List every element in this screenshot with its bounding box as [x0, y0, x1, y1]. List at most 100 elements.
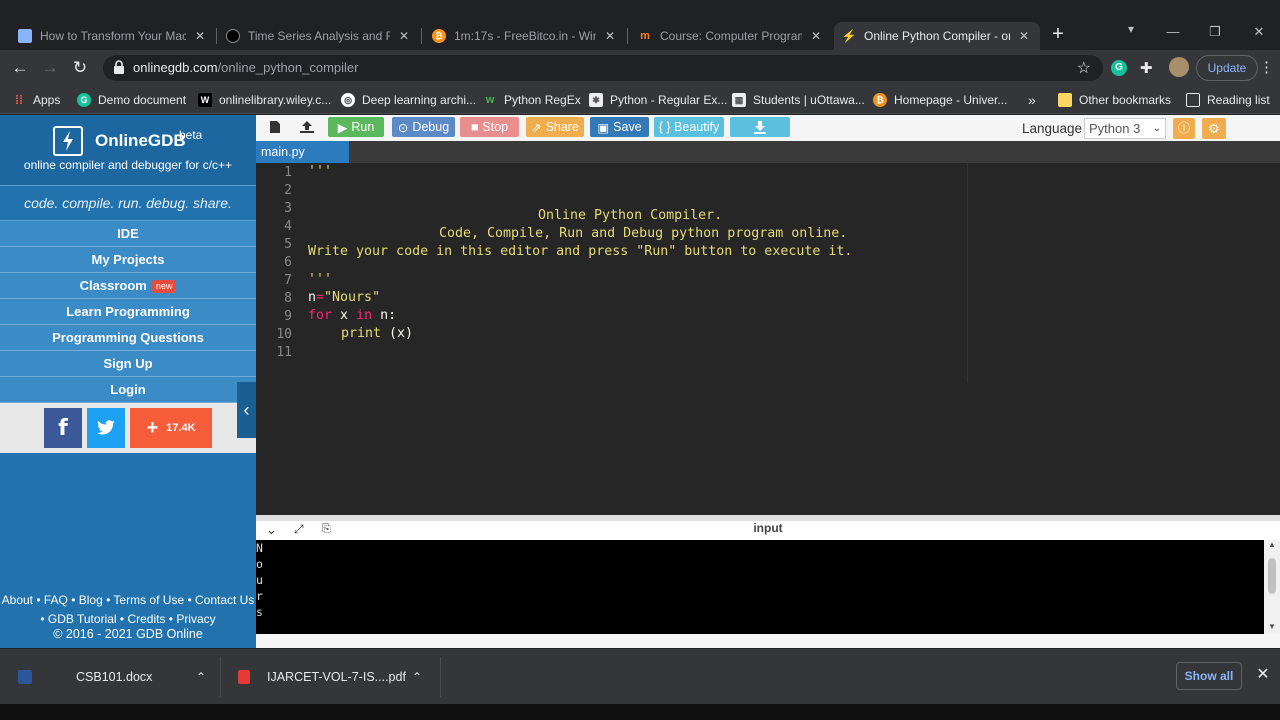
close-downloads-icon[interactable]: ✕ — [1254, 664, 1272, 684]
debug-label: Debug — [412, 120, 450, 134]
close-tab-icon[interactable]: ✕ — [1016, 29, 1032, 43]
debug-button[interactable]: ⊙ Debug — [392, 117, 455, 137]
gear-icon: ⚙ — [1208, 121, 1220, 136]
brand-beta: beta — [179, 128, 203, 142]
restore-icon[interactable]: ❐ — [1202, 24, 1228, 40]
footer-links-line1[interactable]: About • FAQ • Blog • Terms of Use • Cont… — [0, 591, 256, 610]
bookmark-item[interactable]: W onlinelibrary.wiley.c... — [198, 90, 331, 110]
new-tab-button[interactable]: + — [1048, 23, 1068, 45]
nav-ide[interactable]: IDE — [0, 221, 256, 247]
bookmark-item[interactable]: G Demo document — [77, 90, 186, 110]
grammarly-extension-icon[interactable]: G — [1111, 60, 1127, 76]
chevron-up-icon[interactable]: ⌃ — [412, 670, 422, 684]
save-button[interactable]: ▣ Save — [590, 117, 649, 137]
bookmark-item[interactable]: ₿ Homepage - Univer... — [873, 90, 1007, 110]
console-line: o — [256, 557, 263, 571]
tab-search-icon[interactable]: ▾ — [1118, 22, 1144, 36]
bookmark-item[interactable]: ▦ Students | uOttawa... — [732, 90, 865, 110]
info-icon: ⓘ — [1177, 121, 1190, 135]
scroll-up-icon[interactable]: ▲ — [1268, 540, 1276, 549]
nav-learn-programming[interactable]: Learn Programming — [0, 299, 256, 325]
download-item[interactable]: IJARCET-VOL-7-IS....pdf ⌃ — [238, 649, 430, 705]
stop-button[interactable]: ■ Stop — [460, 117, 519, 137]
close-tab-icon[interactable]: ✕ — [192, 29, 208, 43]
browser-tab-active[interactable]: ⚡ Online Python Compiler - on ✕ — [834, 22, 1040, 50]
moodle-icon: m — [640, 30, 650, 42]
run-button[interactable]: ▶ Run — [328, 117, 384, 137]
extensions-puzzle-icon[interactable]: ✚ — [1140, 59, 1153, 77]
update-button[interactable]: Update — [1196, 55, 1258, 81]
language-select[interactable]: Python 3 ⌄ — [1084, 118, 1166, 139]
save-label: Save — [613, 120, 642, 134]
forward-icon[interactable]: → — [40, 58, 60, 78]
nav-classroom[interactable]: Classroom new — [0, 273, 256, 299]
new-file-button[interactable] — [262, 117, 288, 137]
reload-icon[interactable]: ↻ — [70, 58, 90, 78]
profile-avatar[interactable] — [1169, 57, 1189, 77]
bookmark-item[interactable]: ◎ Deep learning archi... — [341, 90, 476, 110]
bookmark-star-icon[interactable]: ☆ — [1077, 58, 1091, 78]
close-tab-icon[interactable]: ✕ — [602, 29, 618, 43]
close-tab-icon[interactable]: ✕ — [808, 29, 824, 43]
bookmark-item[interactable]: ✱ Python - Regular Ex... — [589, 90, 727, 110]
collapse-sidebar-button[interactable]: ‹ — [237, 382, 256, 438]
info-button[interactable]: ⓘ — [1173, 118, 1195, 139]
bookmark-item[interactable]: w Python RegEx — [483, 90, 581, 110]
download-button[interactable] — [730, 117, 790, 137]
brand-header: OnlineGDB beta online compiler and debug… — [0, 115, 256, 185]
tab-title: 1m:17s - FreeBitco.in - Win f — [454, 29, 596, 43]
twitter-share-button[interactable] — [87, 408, 125, 448]
close-tab-icon[interactable]: ✕ — [396, 29, 412, 43]
code-token: in — [356, 308, 373, 323]
show-all-downloads-button[interactable]: Show all — [1176, 662, 1242, 690]
nav-login[interactable]: Login — [0, 377, 256, 403]
upload-file-button[interactable] — [294, 117, 320, 137]
page-icon — [18, 29, 32, 43]
code-editor[interactable]: 1 2 3 4 5 6 7 8 9 10 11 ''' Online Pytho… — [256, 163, 1280, 515]
back-icon[interactable]: ← — [10, 58, 30, 78]
reading-list[interactable]: Reading list — [1186, 90, 1270, 110]
onlinegdb-logo-icon[interactable] — [53, 126, 83, 156]
other-bookmarks[interactable]: Other bookmarks — [1058, 90, 1171, 110]
nav-programming-questions[interactable]: Programming Questions — [0, 325, 256, 351]
bookmark-label: Deep learning archi... — [362, 93, 477, 107]
chevron-up-icon[interactable]: ⌃ — [196, 670, 206, 684]
new-badge: new — [151, 280, 177, 294]
facebook-share-button[interactable]: f — [44, 408, 82, 448]
output-header: ⌄ ⤢ ⎘ input — [256, 521, 1280, 540]
browser-tab[interactable]: m Course: Computer Programm ✕ — [630, 22, 832, 50]
reading-list-icon — [1186, 93, 1200, 107]
bookmarks-overflow-button[interactable]: » — [1028, 90, 1036, 110]
downloads-bar: CSB101.docx ⌃ IJARCET-VOL-7-IS....pdf ⌃ … — [0, 648, 1280, 704]
beautify-button[interactable]: { } Beautify — [654, 117, 724, 137]
brand-name[interactable]: OnlineGDB — [95, 131, 186, 151]
minimize-icon[interactable]: — — [1160, 24, 1186, 39]
code-token: print — [341, 326, 382, 341]
address-bar[interactable]: onlinegdb.com/online_python_compiler ☆ — [103, 55, 1103, 81]
scrollbar-thumb[interactable] — [1268, 558, 1276, 594]
settings-button[interactable]: ⚙ — [1202, 118, 1226, 139]
nav-my-projects[interactable]: My Projects — [0, 247, 256, 273]
download-item[interactable]: CSB101.docx ⌃ — [18, 649, 210, 705]
browser-tab[interactable]: Time Series Analysis and Fore ✕ — [218, 22, 420, 50]
console-scrollbar[interactable]: ▲ ▼ — [1264, 540, 1280, 634]
download-separator — [220, 657, 221, 697]
scroll-down-icon[interactable]: ▼ — [1268, 622, 1276, 631]
bookmark-apps[interactable]: ⁞⁞ Apps — [12, 90, 60, 110]
browser-tab[interactable]: ₿ 1m:17s - FreeBitco.in - Win f ✕ — [424, 22, 626, 50]
print-margin — [967, 163, 968, 383]
save-icon: ▣ — [597, 120, 610, 135]
file-tab-main-py[interactable]: main.py — [256, 141, 349, 163]
close-window-icon[interactable]: ✕ — [1246, 24, 1272, 40]
language-label: Language — [1022, 121, 1083, 136]
output-console[interactable]: N o u r s — [256, 540, 1264, 634]
url-text: onlinegdb.com/online_python_compiler — [133, 60, 359, 75]
nav-sign-up[interactable]: Sign Up — [0, 351, 256, 377]
console-line: r — [256, 589, 263, 603]
browser-tab[interactable]: How to Transform Your Mach ✕ — [10, 22, 216, 50]
addthis-share-button[interactable]: + 17.4K — [130, 408, 212, 448]
browser-menu-icon[interactable]: ⋮ — [1259, 58, 1274, 76]
play-icon: ▶ — [337, 120, 348, 135]
download-filename: CSB101.docx — [76, 670, 153, 684]
share-button[interactable]: ⇗ Share — [526, 117, 584, 137]
